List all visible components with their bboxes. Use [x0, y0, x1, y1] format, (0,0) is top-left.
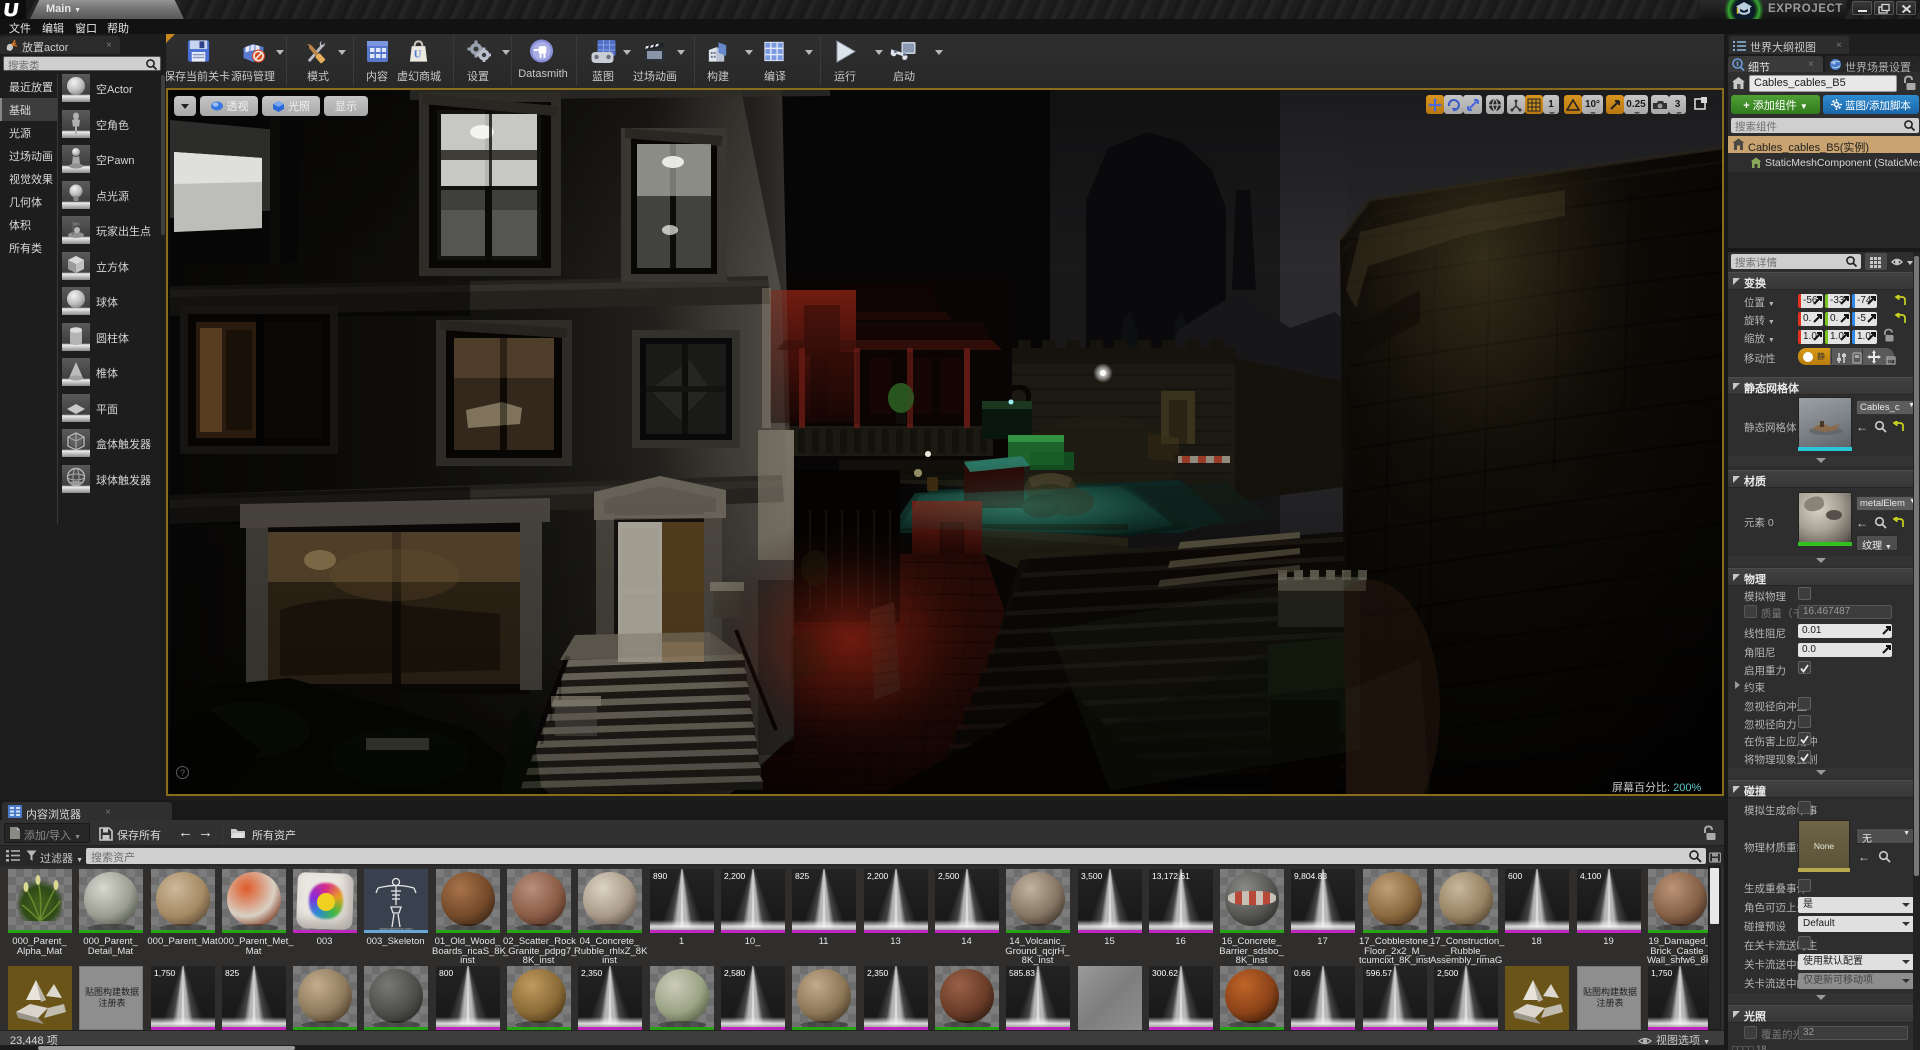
svg-text:U: U — [414, 50, 422, 61]
